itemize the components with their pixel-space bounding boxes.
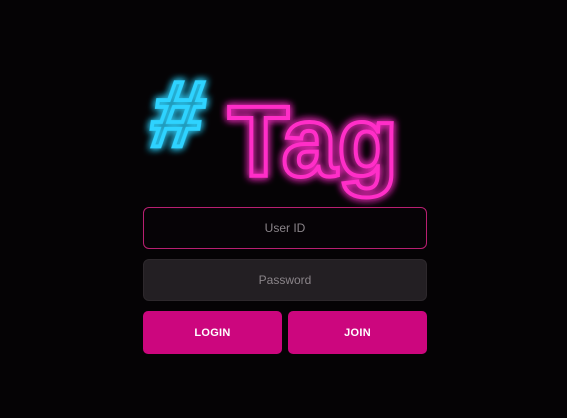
- password-input[interactable]: [143, 259, 427, 301]
- tag-neon-logo: # Tag: [143, 58, 420, 200]
- logo-hash-symbol: #: [145, 61, 212, 166]
- user-id-input[interactable]: [143, 207, 427, 249]
- tag-logo-graphic: # Tag: [143, 59, 401, 200]
- form-buttons: LOGIN JOIN: [143, 311, 427, 354]
- login-button[interactable]: LOGIN: [143, 311, 282, 354]
- join-button[interactable]: JOIN: [288, 311, 427, 354]
- login-form: LOGIN JOIN: [143, 207, 427, 354]
- logo-word-tag: Tag: [228, 86, 398, 198]
